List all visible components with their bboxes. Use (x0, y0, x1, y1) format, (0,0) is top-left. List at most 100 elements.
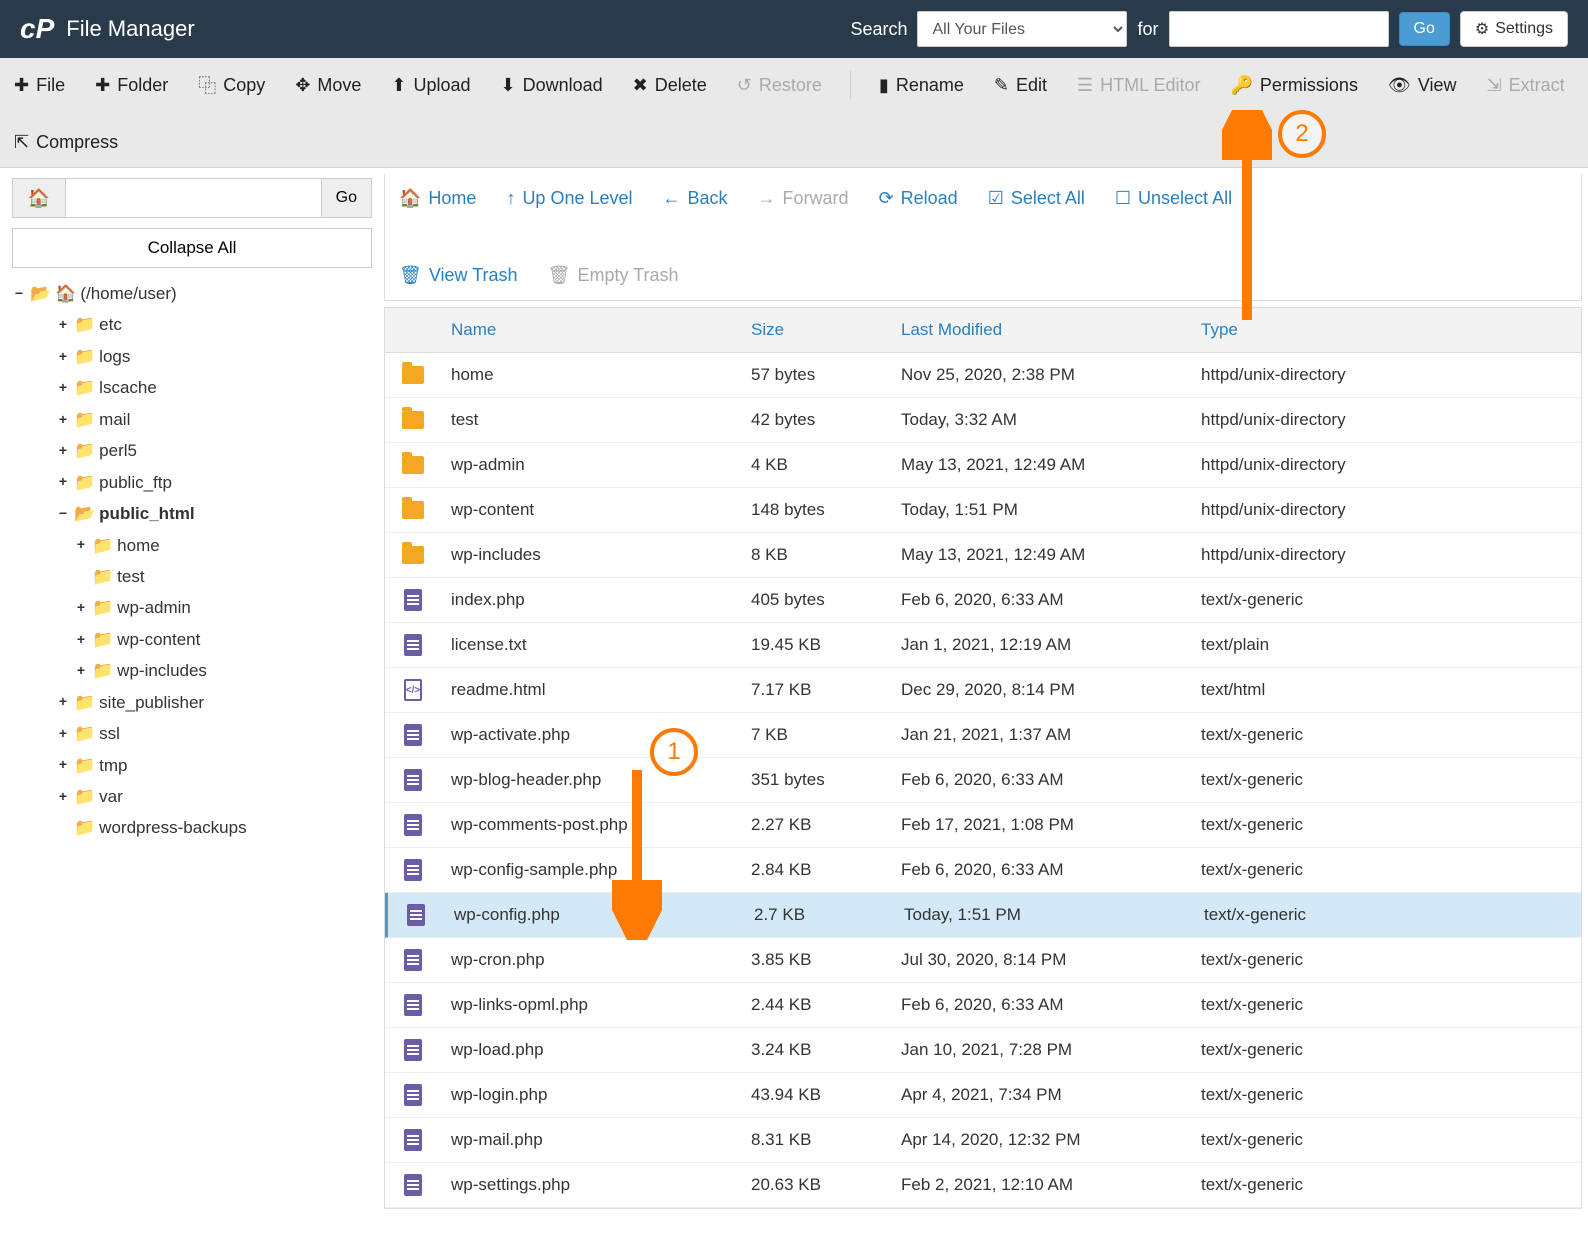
th-name[interactable]: Name (441, 308, 741, 352)
toggle-icon[interactable]: + (74, 658, 88, 684)
settings-button[interactable]: ⚙ Settings (1460, 11, 1568, 47)
tree-node[interactable]: 📁wordpress-backups (12, 812, 372, 843)
toggle-icon[interactable]: + (56, 312, 70, 338)
tree-node[interactable]: +📁var (12, 781, 372, 812)
download-button[interactable]: ⬇Download (497, 69, 607, 102)
html-editor-button[interactable]: ☰HTML Editor (1073, 69, 1205, 102)
th-size[interactable]: Size (741, 308, 891, 352)
table-row[interactable]: wp-comments-post.php2.27 KBFeb 17, 2021,… (385, 803, 1581, 848)
th-icon[interactable] (385, 308, 441, 352)
restore-button[interactable]: ↺Restore (733, 69, 826, 102)
table-row[interactable]: wp-settings.php20.63 KBFeb 2, 2021, 12:1… (385, 1163, 1581, 1208)
table-row[interactable]: wp-content148 bytesToday, 1:51 PMhttpd/u… (385, 488, 1581, 533)
edit-button[interactable]: ✎Edit (990, 69, 1051, 102)
reload-button[interactable]: ⟳Reload (875, 182, 962, 215)
tree-node[interactable]: +📁site_publisher (12, 687, 372, 718)
tree-node[interactable]: +📁wp-includes (12, 655, 372, 686)
toggle-icon[interactable]: + (56, 784, 70, 810)
toggle-icon[interactable]: − (12, 281, 26, 307)
tree-root[interactable]: − 📂 🏠 (/home/user) (12, 278, 372, 309)
view-trash-button[interactable]: 🗑View Trash (395, 259, 522, 292)
table-row[interactable]: wp-links-opml.php2.44 KBFeb 6, 2020, 6:3… (385, 983, 1581, 1028)
empty-trash-button[interactable]: 🗑Empty Trash (544, 259, 683, 292)
file-icon-cell (385, 1039, 441, 1061)
upload-button[interactable]: ⬆Upload (387, 69, 474, 102)
label: Forward (783, 188, 849, 209)
compress-button[interactable]: ⇱Compress (10, 126, 122, 159)
toggle-icon[interactable]: + (56, 375, 70, 401)
table-row[interactable]: wp-config-sample.php2.84 KBFeb 6, 2020, … (385, 848, 1581, 893)
back-button[interactable]: ←Back (659, 182, 732, 215)
compress-icon: ⇱ (14, 132, 29, 153)
permissions-button[interactable]: 🔑Permissions (1227, 69, 1362, 102)
tree-node[interactable]: +📁ssl (12, 718, 372, 749)
toggle-icon[interactable]: + (56, 438, 70, 464)
search-input[interactable] (1169, 11, 1389, 47)
extract-button[interactable]: ⇲Extract (1483, 69, 1569, 102)
delete-button[interactable]: ✖Delete (629, 69, 711, 102)
tree-node[interactable]: +📁lscache (12, 372, 372, 403)
table-row[interactable]: wp-activate.php7 KBJan 21, 2021, 1:37 AM… (385, 713, 1581, 758)
table-row[interactable]: wp-cron.php3.85 KBJul 30, 2020, 8:14 PMt… (385, 938, 1581, 983)
folder-icon (402, 411, 424, 429)
file-icon-cell (385, 411, 441, 429)
unselect-all-button[interactable]: ☐Unselect All (1111, 182, 1236, 215)
up-one-level-button[interactable]: ↑Up One Level (502, 182, 636, 215)
path-go-button[interactable]: Go (322, 178, 372, 218)
table-row[interactable]: index.php405 bytesFeb 6, 2020, 6:33 AMte… (385, 578, 1581, 623)
tree-node[interactable]: +📁etc (12, 309, 372, 340)
toggle-icon[interactable]: + (56, 469, 70, 495)
view-button[interactable]: 👁View (1384, 69, 1461, 102)
tree-node[interactable]: +📁logs (12, 341, 372, 372)
table-row[interactable]: wp-mail.php8.31 KBApr 14, 2020, 12:32 PM… (385, 1118, 1581, 1163)
toggle-icon[interactable]: + (74, 627, 88, 653)
annotation-1-marker: 1 (650, 728, 698, 776)
folder-icon: 📁 (74, 404, 95, 435)
table-row[interactable]: home57 bytesNov 25, 2020, 2:38 PMhttpd/u… (385, 353, 1581, 398)
copy-button[interactable]: ⿻Copy (194, 66, 269, 104)
new-folder-button[interactable]: ✚Folder (91, 69, 172, 102)
collapse-all-button[interactable]: Collapse All (12, 228, 372, 268)
tree-node[interactable]: +📁public_ftp (12, 467, 372, 498)
new-file-button[interactable]: ✚File (10, 69, 69, 102)
table-row[interactable]: wp-config.php2.7 KBToday, 1:51 PMtext/x-… (385, 893, 1581, 938)
tree-node[interactable]: +📁wp-admin (12, 592, 372, 623)
toggle-icon[interactable]: + (56, 689, 70, 715)
tree-node[interactable]: +📁perl5 (12, 435, 372, 466)
table-row[interactable]: wp-load.php3.24 KBJan 10, 2021, 7:28 PMt… (385, 1028, 1581, 1073)
nav-home-button[interactable]: 🏠Home (395, 182, 480, 215)
table-row[interactable]: wp-login.php43.94 KBApr 4, 2021, 7:34 PM… (385, 1073, 1581, 1118)
tree-node[interactable]: +📁mail (12, 404, 372, 435)
th-modified[interactable]: Last Modified (891, 308, 1191, 352)
file-type: httpd/unix-directory (1191, 410, 1581, 430)
toggle-icon[interactable]: − (56, 501, 70, 527)
table-row[interactable]: test42 bytesToday, 3:32 AMhttpd/unix-dir… (385, 398, 1581, 443)
toggle-icon[interactable]: + (56, 721, 70, 747)
tree-node[interactable]: 📁test (12, 561, 372, 592)
toggle-icon[interactable]: + (74, 595, 88, 621)
toggle-icon[interactable]: + (56, 344, 70, 370)
tree-node[interactable]: +📁tmp (12, 750, 372, 781)
tree-node[interactable]: +📁wp-content (12, 624, 372, 655)
search-scope-select[interactable]: All Your Files (917, 11, 1127, 47)
table-row[interactable]: license.txt19.45 KBJan 1, 2021, 12:19 AM… (385, 623, 1581, 668)
toggle-icon[interactable]: + (74, 532, 88, 558)
tree-node[interactable]: −📂public_html (12, 498, 372, 529)
file-icon-cell (385, 994, 441, 1016)
table-row[interactable]: wp-admin4 KBMay 13, 2021, 12:49 AMhttpd/… (385, 443, 1581, 488)
toggle-icon[interactable]: + (56, 752, 70, 778)
toggle-icon[interactable]: + (56, 407, 70, 433)
file-size: 2.7 KB (744, 905, 894, 925)
forward-button[interactable]: →Forward (754, 182, 853, 215)
home-path-button[interactable]: 🏠 (12, 178, 66, 218)
move-button[interactable]: ✥Move (291, 69, 365, 102)
table-row[interactable]: wp-blog-header.php351 bytesFeb 6, 2020, … (385, 758, 1581, 803)
table-row[interactable]: wp-includes8 KBMay 13, 2021, 12:49 AMhtt… (385, 533, 1581, 578)
tree-node[interactable]: +📁home (12, 530, 372, 561)
app-title: File Manager (66, 16, 194, 42)
rename-button[interactable]: ▮Rename (875, 69, 968, 102)
table-row[interactable]: </>readme.html7.17 KBDec 29, 2020, 8:14 … (385, 668, 1581, 713)
select-all-button[interactable]: ☑Select All (984, 182, 1089, 215)
search-go-button[interactable]: Go (1399, 12, 1450, 46)
path-input[interactable] (66, 178, 322, 218)
